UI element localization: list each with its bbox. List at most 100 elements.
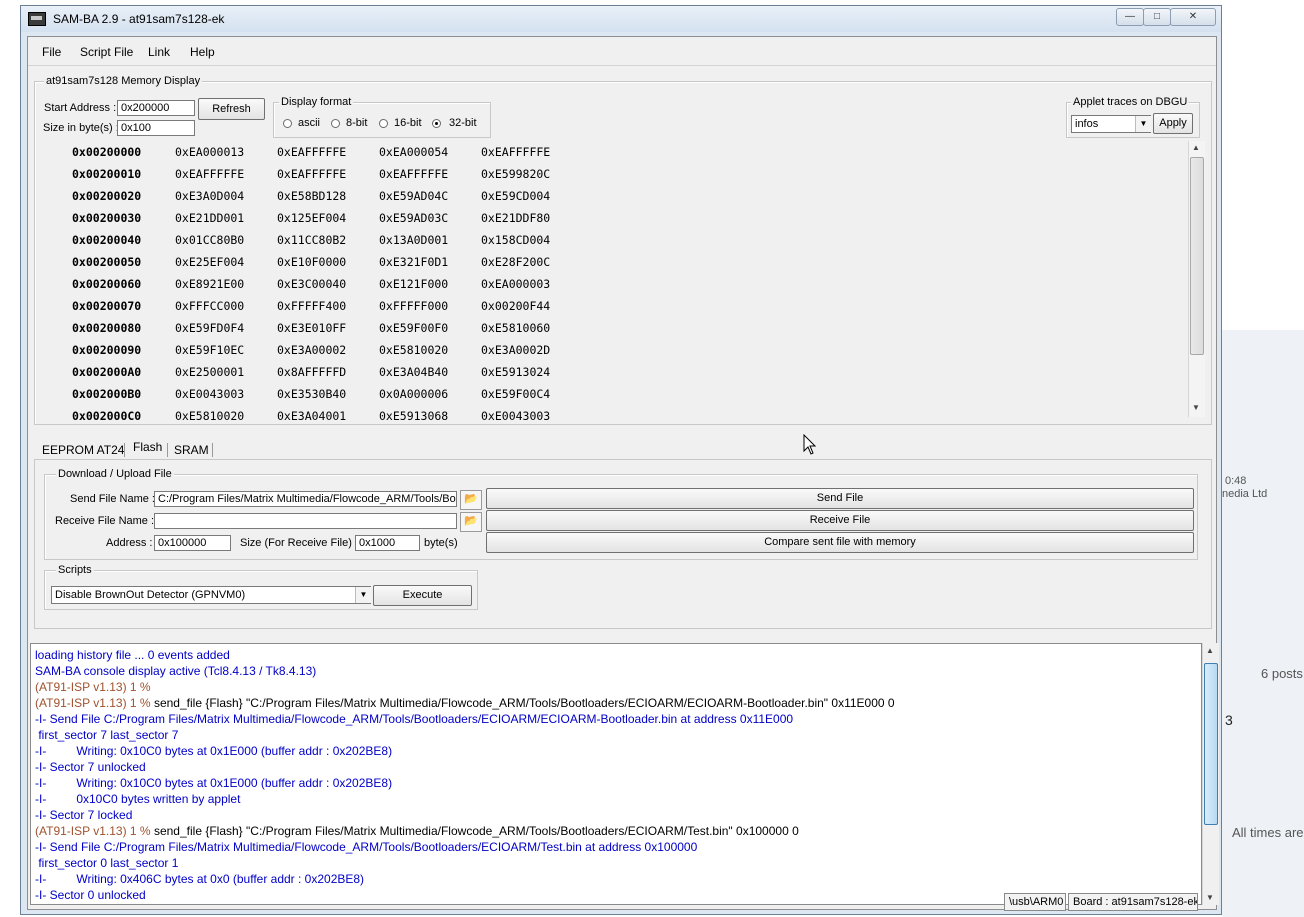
memory-row: 0x002000A0 0xE2500001 0x8AFFFFFD 0xE3A04B40… <box>40 365 1180 387</box>
menu-link[interactable]: Link <box>148 45 170 59</box>
console-line: (AT91-ISP v1.13) 1 % send_file {Flash} "… <box>35 824 799 838</box>
memory-value: 0xFFFCC000 <box>175 299 245 313</box>
applet-traces-value: infos <box>1075 118 1099 130</box>
memory-value: 0xE3A04B40 <box>379 365 449 379</box>
display-format-label: Display format <box>279 96 354 108</box>
open-folder-icon[interactable]: 📂 <box>460 512 482 532</box>
scroll-thumb[interactable] <box>1204 663 1218 825</box>
memory-row: 0x00200060 0xE8921E00 0xE3C00040 0xE121F000… <box>40 277 1180 299</box>
memory-value: 0xE5913024 <box>481 365 551 379</box>
refresh-button[interactable]: Refresh <box>198 98 265 120</box>
send-file-button[interactable]: Send File <box>486 488 1194 509</box>
scroll-up-icon[interactable]: ▲ <box>1206 646 1214 655</box>
open-folder-icon[interactable]: 📂 <box>460 490 482 510</box>
chevron-down-icon[interactable]: ▼ <box>355 587 371 603</box>
console-line: -I- Sector 7 unlocked <box>35 760 146 774</box>
format-8bit-radio[interactable] <box>331 119 340 128</box>
receive-file-label: Receive File Name : <box>55 515 155 527</box>
close-button[interactable]: ✕ <box>1170 8 1216 26</box>
menu-help[interactable]: Help <box>190 45 215 59</box>
console-line: -I- Sector 0 unlocked <box>35 888 146 902</box>
memory-value: 0xEA000013 <box>175 145 245 159</box>
memory-value: 0x11CC80B2 <box>277 233 347 247</box>
compare-button[interactable]: Compare sent file with memory <box>486 532 1194 553</box>
console-line: loading history file ... 0 events added <box>35 648 230 662</box>
address-input[interactable]: 0x100000 <box>154 535 231 551</box>
apply-button[interactable]: Apply <box>1153 113 1193 134</box>
memory-address: 0x002000B0 <box>72 387 142 401</box>
memory-value: 0xEA000003 <box>481 277 551 291</box>
format-ascii-radio[interactable] <box>283 119 292 128</box>
memory-value: 0xE3E010FF <box>277 321 347 335</box>
receive-size-input[interactable]: 0x1000 <box>355 535 420 551</box>
memory-address: 0x00200080 <box>72 321 142 335</box>
console-line: first_sector 0 last_sector 1 <box>35 856 179 870</box>
tab-eeprom-at24[interactable]: EEPROM AT24 <box>42 443 124 457</box>
format-32bit-label: 32-bit <box>449 117 477 129</box>
scroll-up-icon[interactable]: ▲ <box>1192 143 1200 152</box>
start-address-label: Start Address : <box>44 102 117 114</box>
memory-value: 0x13A0D001 <box>379 233 449 247</box>
maximize-button[interactable]: □ <box>1143 8 1171 26</box>
scroll-down-icon[interactable]: ▼ <box>1192 403 1200 412</box>
memory-value: 0xE28F200C <box>481 255 551 269</box>
send-file-label: Send File Name : <box>70 493 155 505</box>
tab-sram[interactable]: SRAM <box>174 443 209 457</box>
menu-script-file[interactable]: Script File <box>80 45 133 59</box>
client-area: File Script File Link Help at91sam7s128 … <box>27 36 1219 911</box>
memory-value: 0xE121F000 <box>379 277 449 291</box>
mouse-cursor-icon <box>803 434 817 455</box>
console-prompt: (AT91-ISP v1.13) 1 % <box>35 696 154 710</box>
start-address-input[interactable]: 0x200000 <box>117 100 195 116</box>
format-32bit-radio[interactable] <box>432 119 441 128</box>
format-16bit-radio[interactable] <box>379 119 388 128</box>
scroll-thumb[interactable] <box>1190 157 1204 355</box>
memory-value: 0xE59F10EC <box>175 343 245 357</box>
memory-display-label: at91sam7s128 Memory Display <box>44 75 203 87</box>
memory-value: 0x158CD004 <box>481 233 551 247</box>
memory-value: 0xE59AD03C <box>379 211 449 225</box>
scroll-down-icon[interactable]: ▼ <box>1206 893 1214 902</box>
title-bar[interactable]: SAM-BA 2.9 - at91sam7s128-ek — □ ✕ <box>21 6 1221 32</box>
board-status: Board : at91sam7s128-ek <box>1068 893 1198 911</box>
memory-value: 0xE321F0D1 <box>379 255 449 269</box>
memory-value: 0xEAFFFFFE <box>481 145 551 159</box>
memory-value: 0x01CC80B0 <box>175 233 245 247</box>
background-text: All times are <box>1232 825 1304 840</box>
size-input[interactable]: 0x100 <box>117 120 195 136</box>
console-line: -I- Writing: 0x10C0 bytes at 0x1E000 (bu… <box>35 744 393 758</box>
console-scrollbar[interactable]: ▲ ▼ <box>1202 643 1219 905</box>
menu-file[interactable]: File <box>42 45 61 59</box>
tab-separator <box>167 443 168 457</box>
memory-value: 0x125EF004 <box>277 211 347 225</box>
download-upload-label: Download / Upload File <box>56 468 174 480</box>
console-output[interactable]: loading history file ... 0 events added S… <box>30 643 1202 905</box>
memory-value: 0xE59F00C4 <box>481 387 551 401</box>
memory-row: 0x002000C0 0xE5810020 0xE3A04001 0xE5913068… <box>40 409 1180 431</box>
chevron-down-icon[interactable]: ▼ <box>1135 116 1151 132</box>
console-line: -I- Writing: 0x10C0 bytes at 0x1E000 (bu… <box>35 776 393 790</box>
memory-table: 0x00200000 0xEA000013 0xEAFFFFFE 0xEA000054… <box>40 145 1180 425</box>
console-line: -I- Send File C:/Program Files/Matrix Mu… <box>35 712 794 726</box>
execute-button[interactable]: Execute <box>373 585 472 606</box>
send-file-input[interactable]: C:/Program Files/Matrix Multimedia/Flowc… <box>154 491 457 507</box>
memory-row: 0x002000B0 0xE0043003 0xE3530B40 0x0A000006… <box>40 387 1180 409</box>
receive-size-label: Size (For Receive File) : <box>240 537 358 549</box>
memory-value: 0x00200F44 <box>481 299 551 313</box>
memory-address: 0x00200060 <box>72 277 142 291</box>
memory-value: 0xE3A04001 <box>277 409 347 423</box>
receive-file-button[interactable]: Receive File <box>486 510 1194 531</box>
memory-address: 0x00200030 <box>72 211 142 225</box>
memory-address: 0x00200000 <box>72 145 142 159</box>
memory-value: 0xE3A0002D <box>481 343 551 357</box>
memory-value: 0x8AFFFFFD <box>277 365 347 379</box>
memory-value: 0xFFFFF400 <box>277 299 347 313</box>
memory-scrollbar[interactable]: ▲ ▼ <box>1188 141 1205 417</box>
console-command: send_file {Flash} "C:/Program Files/Matr… <box>153 824 799 838</box>
receive-file-input[interactable] <box>154 513 457 529</box>
memory-value: 0xE59AD04C <box>379 189 449 203</box>
tab-flash[interactable]: Flash <box>133 440 162 454</box>
scripts-select[interactable]: Disable BrownOut Detector (GPNVM0) <box>51 586 371 604</box>
minimize-button[interactable]: — <box>1116 8 1144 26</box>
memory-address: 0x00200090 <box>72 343 142 357</box>
